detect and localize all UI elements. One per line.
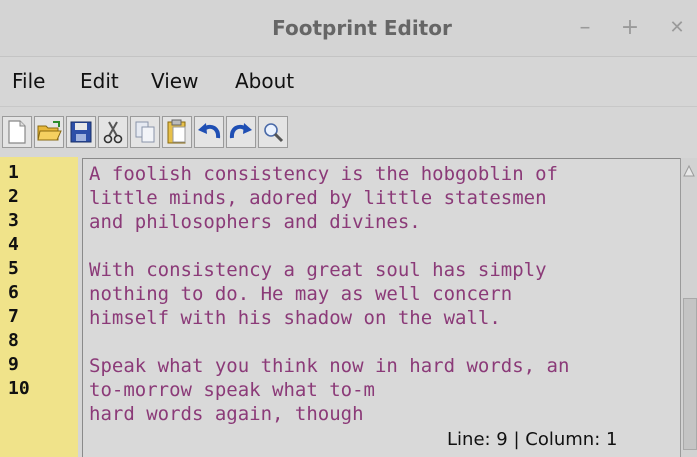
text-line[interactable]: With consistency a great soul has simply (89, 258, 547, 282)
maximize-button[interactable]: + (616, 0, 644, 56)
scroll-up-arrow-icon[interactable] (683, 164, 695, 178)
toolbar (0, 106, 697, 157)
text-line[interactable]: himself with his shadow on the wall. (89, 306, 501, 330)
new-file-button[interactable] (2, 116, 32, 148)
vertical-scrollbar[interactable] (680, 158, 697, 457)
undo-button[interactable] (194, 116, 224, 148)
line-number: 6 (8, 282, 19, 303)
line-number: 4 (8, 234, 19, 255)
text-editor-area[interactable]: A foolish consistency is the hobgoblin o… (82, 158, 681, 457)
line-number: 8 (8, 330, 19, 351)
line-number: 5 (8, 258, 19, 279)
minimize-button[interactable]: – (571, 0, 599, 56)
line-number: 9 (8, 354, 19, 375)
text-line[interactable]: nothing to do. He may as well concern (89, 282, 512, 306)
redo-button[interactable] (226, 116, 256, 148)
find-button[interactable] (258, 116, 288, 148)
paste-icon (167, 119, 186, 144)
text-line[interactable]: Speak what you think now in hard words, … (89, 354, 569, 378)
editor-window: Footprint Editor – + ✕ File Edit View Ab… (0, 0, 697, 457)
redo-icon (229, 123, 252, 139)
copy-button[interactable] (130, 116, 160, 148)
cursor-position-status: Line: 9 | Column: 1 (441, 422, 680, 457)
open-folder-icon (37, 121, 62, 141)
menu-view[interactable]: View (151, 57, 198, 105)
line-number: 2 (8, 186, 19, 207)
line-number: 3 (8, 210, 19, 231)
find-icon (264, 123, 284, 143)
menu-file[interactable]: File (12, 57, 45, 105)
save-icon (70, 121, 92, 143)
menu-about[interactable]: About (235, 57, 294, 105)
paste-button[interactable] (162, 116, 192, 148)
menu-edit[interactable]: Edit (80, 57, 119, 105)
menu-bar: File Edit View About (0, 57, 697, 105)
open-button[interactable] (34, 116, 64, 148)
text-line[interactable]: to-morrow speak what to-m (89, 378, 375, 402)
save-button[interactable] (66, 116, 96, 148)
text-line[interactable]: hard words again, though (89, 402, 364, 426)
line-number: 1 (8, 162, 19, 183)
undo-icon (198, 123, 221, 139)
text-line[interactable]: A foolish consistency is the hobgoblin o… (89, 162, 558, 186)
line-number: 7 (8, 306, 19, 327)
new-file-icon (8, 120, 26, 144)
scrollbar-thumb[interactable] (683, 298, 697, 450)
line-number-gutter: 1 2 3 4 5 6 7 8 9 10 (0, 157, 78, 457)
cut-icon (103, 121, 123, 144)
cut-button[interactable] (98, 116, 128, 148)
line-number: 10 (8, 378, 30, 399)
text-line[interactable]: little minds, adored by little statesmen (89, 186, 547, 210)
close-button[interactable]: ✕ (663, 0, 691, 56)
title-bar[interactable]: Footprint Editor – + ✕ (0, 0, 697, 57)
text-line[interactable]: and philosophers and divines. (89, 210, 421, 234)
copy-icon (135, 121, 155, 143)
